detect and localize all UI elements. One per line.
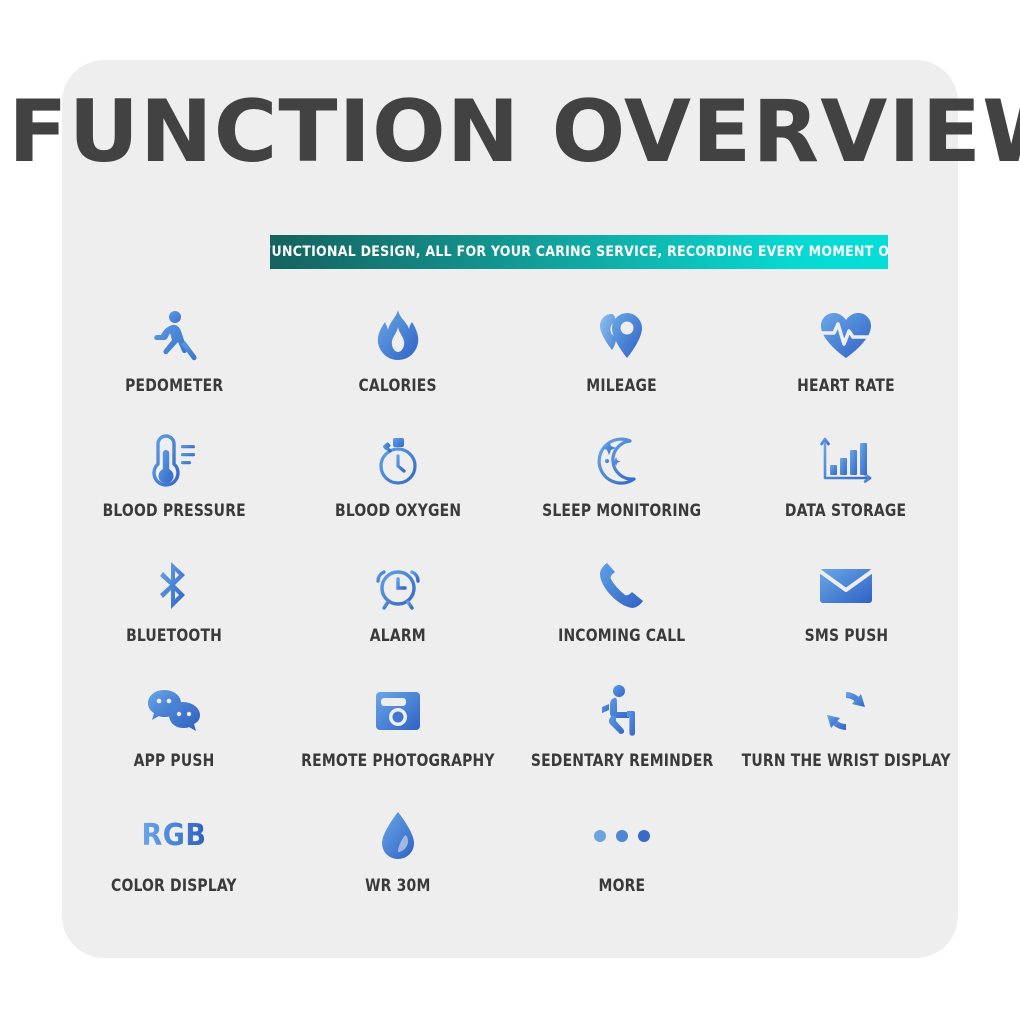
feature-item-remote-photography[interactable]: REMOTE PHOTOGRAPHY xyxy=(286,681,510,806)
feature-item-sleep-monitoring[interactable]: SLEEP MONITORING xyxy=(510,431,734,556)
rgb-label: RGB xyxy=(141,818,207,853)
feature-label: MILEAGE xyxy=(586,376,658,395)
page-title: FUNCTION OVERVIEW xyxy=(8,82,1020,182)
feature-label: TURN THE WRIST DISPLAY xyxy=(741,751,951,770)
feature-label: WR 30M xyxy=(365,876,431,895)
feature-row: BLUETOOTH ALARM INCOMING CALL SMS PUSH xyxy=(62,556,958,681)
feature-item-calories[interactable]: CALORIES xyxy=(286,306,510,431)
thermometer-icon xyxy=(148,431,200,491)
feature-item-incoming-call[interactable]: INCOMING CALL xyxy=(510,556,734,681)
stopwatch-icon xyxy=(372,431,424,491)
dot-3 xyxy=(638,830,650,842)
feature-row: BLOOD PRESSURE BLOOD OXYGEN SLEEP MONITO… xyxy=(62,431,958,556)
feature-item-alarm[interactable]: ALARM xyxy=(286,556,510,681)
feature-item-bluetooth[interactable]: BLUETOOTH xyxy=(62,556,286,681)
bar-chart-icon xyxy=(818,431,874,491)
feature-label: DATA STORAGE xyxy=(785,501,907,520)
feature-label: BLUETOOTH xyxy=(126,626,222,645)
feature-item-data-storage[interactable]: DATA STORAGE xyxy=(734,431,958,556)
feature-label: BLOOD PRESSURE xyxy=(102,501,246,520)
alarm-clock-icon xyxy=(372,556,424,616)
subtitle-text: EACH FUNCTIONAL DESIGN, ALL FOR YOUR CAR… xyxy=(270,244,888,260)
subtitle-banner: EACH FUNCTIONAL DESIGN, ALL FOR YOUR CAR… xyxy=(270,235,888,269)
feature-item-heart-rate[interactable]: HEART RATE xyxy=(734,306,958,431)
heart-pulse-icon xyxy=(818,306,874,366)
page-root: FUNCTION OVERVIEW EACH FUNCTIONAL DESIGN… xyxy=(0,0,1020,1020)
phone-handset-icon xyxy=(598,556,646,616)
feature-item-wr-30m[interactable]: WR 30M xyxy=(286,806,510,931)
feature-item-blood-pressure[interactable]: BLOOD PRESSURE xyxy=(62,431,286,556)
feature-label: ALARM xyxy=(369,626,427,645)
feature-label: SEDENTARY REMINDER xyxy=(530,751,714,770)
feature-item-pedometer[interactable]: PEDOMETER xyxy=(62,306,286,431)
feature-item-sms-push[interactable]: SMS PUSH xyxy=(734,556,958,681)
dot-1 xyxy=(594,830,606,842)
camera-icon xyxy=(373,681,423,741)
feature-label: INCOMING CALL xyxy=(558,626,686,645)
envelope-icon xyxy=(819,556,873,616)
feature-item-more[interactable]: MORE xyxy=(510,806,734,931)
feature-label: SMS PUSH xyxy=(804,626,888,645)
three-dots-icon xyxy=(594,806,650,866)
feature-item-app-push[interactable]: APP PUSH xyxy=(62,681,286,806)
water-drop-icon xyxy=(378,806,418,866)
bluetooth-icon xyxy=(154,556,194,616)
feature-label: MORE xyxy=(598,876,646,895)
feature-label: HEART RATE xyxy=(797,376,895,395)
feature-item-turn-the-wrist-display[interactable]: TURN THE WRIST DISPLAY xyxy=(734,681,958,806)
feature-label: COLOR DISPLAY xyxy=(111,876,237,895)
feature-label: REMOTE PHOTOGRAPHY xyxy=(301,751,495,770)
feature-label: BLOOD OXYGEN xyxy=(334,501,462,520)
feature-row: RGB COLOR DISPLAY WR 30M MORE xyxy=(62,806,958,931)
feature-row: APP PUSH REMOTE PHOTOGRAPHY SEDENTARY RE… xyxy=(62,681,958,806)
feature-label: CALORIES xyxy=(358,376,438,395)
feature-label: PEDOMETER xyxy=(124,376,224,395)
rgb-text-icon: RGB xyxy=(141,806,206,866)
feature-grid: PEDOMETER CALORIES MILEAGE HEART RATE BL… xyxy=(62,306,958,931)
refresh-arrows-icon xyxy=(823,681,869,741)
feature-card: FUNCTION OVERVIEW EACH FUNCTIONAL DESIGN… xyxy=(8,60,1020,958)
flame-icon xyxy=(377,306,419,366)
map-pin-icon xyxy=(596,306,648,366)
feature-item-blood-oxygen[interactable]: BLOOD OXYGEN xyxy=(286,431,510,556)
feature-row: PEDOMETER CALORIES MILEAGE HEART RATE xyxy=(62,306,958,431)
feature-label: SLEEP MONITORING xyxy=(542,501,702,520)
moon-stars-icon xyxy=(596,431,648,491)
chat-bubbles-icon xyxy=(147,681,201,741)
seated-person-icon xyxy=(599,681,645,741)
feature-item-sedentary-reminder[interactable]: SEDENTARY REMINDER xyxy=(510,681,734,806)
feature-item-color-display[interactable]: RGB COLOR DISPLAY xyxy=(62,806,286,931)
running-person-icon xyxy=(150,306,198,366)
feature-item-mileage[interactable]: MILEAGE xyxy=(510,306,734,431)
feature-label: APP PUSH xyxy=(133,751,215,770)
dot-2 xyxy=(616,830,628,842)
